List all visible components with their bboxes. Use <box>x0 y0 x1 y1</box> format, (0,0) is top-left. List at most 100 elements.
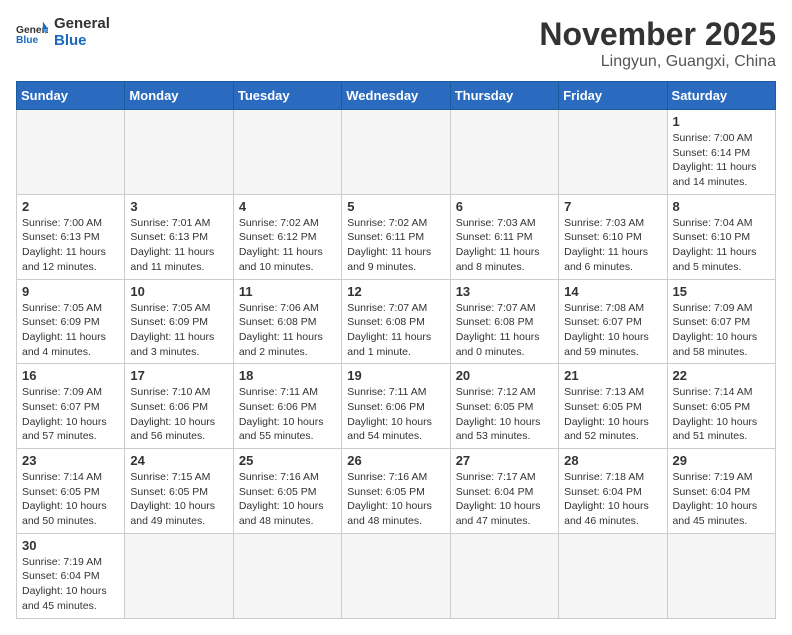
day-number: 8 <box>673 199 770 214</box>
calendar-table: SundayMondayTuesdayWednesdayThursdayFrid… <box>16 81 776 619</box>
calendar-cell: 21Sunrise: 7:13 AM Sunset: 6:05 PM Dayli… <box>559 364 667 449</box>
day-number: 19 <box>347 368 444 383</box>
calendar-cell: 14 Sunrise: 7:08 AM Sunset: 6:07 PM Dayli… <box>559 279 667 364</box>
day-number: 15 <box>673 284 770 299</box>
calendar-cell: 9Sunrise: 7:05 AM Sunset: 6:09 PM Daylig… <box>17 279 125 364</box>
calendar-cell: 11 Sunrise: 7:06 AM Sunset: 6:08 PM Dayli… <box>233 279 341 364</box>
calendar-week-row: 9 Sunrise: 7:05 AM Sunset: 6:09 PM Daylig… <box>17 279 776 364</box>
day-number: 17 <box>130 368 227 383</box>
day-info: Sunrise: 7:12 AM Sunset: 6:05 PM Dayligh… <box>456 385 553 444</box>
calendar-cell: 27Sunrise: 7:17 AM Sunset: 6:04 PM Dayli… <box>450 449 558 534</box>
calendar-cell: 16 Sunrise: 7:09 AM Sunset: 6:07 PM Dayli… <box>17 364 125 449</box>
weekday-header: Saturday <box>667 82 775 110</box>
day-info: Sunrise: 7:16 AM Sunset: 6:05 PM Dayligh… <box>239 470 336 529</box>
day-number: 22 <box>673 368 770 383</box>
day-number: 7 <box>564 199 661 214</box>
day-info: Sunrise: 7:03 AM Sunset: 6:11 PM Dayligh… <box>456 216 553 275</box>
day-number: 28 <box>564 453 661 468</box>
day-number: 1 <box>673 114 770 129</box>
calendar-cell: 4 Sunrise: 7:02 AM Sunset: 6:12 PM Daylig… <box>233 194 341 279</box>
logo-icon: General Blue <box>16 19 48 47</box>
calendar-cell: 7 Sunrise: 7:03 AM Sunset: 6:10 PM Daylig… <box>559 194 667 279</box>
day-number: 30 <box>22 538 119 553</box>
day-info: Sunrise: 7:18 AM Sunset: 6:04 PM Dayligh… <box>564 470 661 529</box>
day-number: 14 <box>564 284 661 299</box>
calendar-cell: 29 Sunrise: 7:19 AM Sunset: 6:04 PM Dayli… <box>667 449 775 534</box>
calendar-week-row: 16 Sunrise: 7:09 AM Sunset: 6:07 PM Dayli… <box>17 364 776 449</box>
day-info: Sunrise: 7:00 AM Sunset: 6:14 PM Dayligh… <box>673 131 770 190</box>
day-info: Sunrise: 7:17 AM Sunset: 6:04 PM Dayligh… <box>456 470 553 529</box>
day-number: 12 <box>347 284 444 299</box>
day-number: 25 <box>239 453 336 468</box>
location: Lingyun, Guangxi, China <box>539 53 776 71</box>
calendar-cell: 10 Sunrise: 7:05 AM Sunset: 6:09 PM Dayli… <box>125 279 233 364</box>
day-number: 21 <box>564 368 661 383</box>
day-number: 9 <box>22 284 119 299</box>
day-number: 20 <box>456 368 553 383</box>
day-number: 24 <box>130 453 227 468</box>
calendar-cell <box>667 533 775 618</box>
calendar-cell: 19 Sunrise: 7:11 AM Sunset: 6:06 PM Dayli… <box>342 364 450 449</box>
calendar-cell: 26 Sunrise: 7:16 AM Sunset: 6:05 PM Dayli… <box>342 449 450 534</box>
weekday-header-row: SundayMondayTuesdayWednesdayThursdayFrid… <box>17 82 776 110</box>
day-info: Sunrise: 7:01 AM Sunset: 6:13 PM Dayligh… <box>130 216 227 275</box>
day-number: 29 <box>673 453 770 468</box>
calendar-cell: 5Sunrise: 7:02 AM Sunset: 6:11 PM Daylig… <box>342 194 450 279</box>
calendar-cell <box>125 533 233 618</box>
calendar-week-row: 1 Sunrise: 7:00 AM Sunset: 6:14 PM Daylig… <box>17 110 776 195</box>
calendar-week-row: 30 Sunrise: 7:19 AM Sunset: 6:04 PM Dayli… <box>17 533 776 618</box>
calendar-cell <box>450 110 558 195</box>
day-number: 18 <box>239 368 336 383</box>
day-number: 11 <box>239 284 336 299</box>
calendar-cell <box>125 110 233 195</box>
calendar-cell: 25 Sunrise: 7:16 AM Sunset: 6:05 PM Dayli… <box>233 449 341 534</box>
day-info: Sunrise: 7:09 AM Sunset: 6:07 PM Dayligh… <box>673 301 770 360</box>
day-number: 6 <box>456 199 553 214</box>
calendar-cell: 1 Sunrise: 7:00 AM Sunset: 6:14 PM Daylig… <box>667 110 775 195</box>
day-number: 3 <box>130 199 227 214</box>
day-info: Sunrise: 7:15 AM Sunset: 6:05 PM Dayligh… <box>130 470 227 529</box>
day-info: Sunrise: 7:11 AM Sunset: 6:06 PM Dayligh… <box>239 385 336 444</box>
day-info: Sunrise: 7:00 AM Sunset: 6:13 PM Dayligh… <box>22 216 119 275</box>
day-info: Sunrise: 7:09 AM Sunset: 6:07 PM Dayligh… <box>22 385 119 444</box>
day-info: Sunrise: 7:16 AM Sunset: 6:05 PM Dayligh… <box>347 470 444 529</box>
page-header: General Blue General Blue November 2025 … <box>16 16 776 71</box>
title-block: November 2025 Lingyun, Guangxi, China <box>539 16 776 71</box>
calendar-cell: 18 Sunrise: 7:11 AM Sunset: 6:06 PM Dayli… <box>233 364 341 449</box>
logo-blue-text: Blue <box>54 33 110 50</box>
day-number: 5 <box>347 199 444 214</box>
day-info: Sunrise: 7:05 AM Sunset: 6:09 PM Dayligh… <box>130 301 227 360</box>
weekday-header: Wednesday <box>342 82 450 110</box>
day-number: 4 <box>239 199 336 214</box>
day-info: Sunrise: 7:19 AM Sunset: 6:04 PM Dayligh… <box>673 470 770 529</box>
logo: General Blue General Blue <box>16 16 110 49</box>
svg-text:Blue: Blue <box>16 35 38 46</box>
calendar-cell <box>233 533 341 618</box>
weekday-header: Friday <box>559 82 667 110</box>
calendar-cell: 6 Sunrise: 7:03 AM Sunset: 6:11 PM Daylig… <box>450 194 558 279</box>
day-number: 10 <box>130 284 227 299</box>
calendar-cell: 20 Sunrise: 7:12 AM Sunset: 6:05 PM Dayli… <box>450 364 558 449</box>
calendar-cell: 30 Sunrise: 7:19 AM Sunset: 6:04 PM Dayli… <box>17 533 125 618</box>
day-info: Sunrise: 7:04 AM Sunset: 6:10 PM Dayligh… <box>673 216 770 275</box>
day-info: Sunrise: 7:03 AM Sunset: 6:10 PM Dayligh… <box>564 216 661 275</box>
calendar-cell <box>559 110 667 195</box>
day-info: Sunrise: 7:11 AM Sunset: 6:06 PM Dayligh… <box>347 385 444 444</box>
calendar-cell <box>342 110 450 195</box>
day-info: Sunrise: 7:02 AM Sunset: 6:12 PM Dayligh… <box>239 216 336 275</box>
calendar-cell: 24 Sunrise: 7:15 AM Sunset: 6:05 PM Dayli… <box>125 449 233 534</box>
calendar-cell: 12 Sunrise: 7:07 AM Sunset: 6:08 PM Dayli… <box>342 279 450 364</box>
calendar-cell <box>233 110 341 195</box>
day-info: Sunrise: 7:06 AM Sunset: 6:08 PM Dayligh… <box>239 301 336 360</box>
day-number: 26 <box>347 453 444 468</box>
calendar-cell: 23Sunrise: 7:14 AM Sunset: 6:05 PM Dayli… <box>17 449 125 534</box>
day-info: Sunrise: 7:19 AM Sunset: 6:04 PM Dayligh… <box>22 555 119 614</box>
day-number: 16 <box>22 368 119 383</box>
calendar-cell: 8 Sunrise: 7:04 AM Sunset: 6:10 PM Daylig… <box>667 194 775 279</box>
day-info: Sunrise: 7:07 AM Sunset: 6:08 PM Dayligh… <box>347 301 444 360</box>
logo-general-text: General <box>54 16 110 33</box>
day-info: Sunrise: 7:08 AM Sunset: 6:07 PM Dayligh… <box>564 301 661 360</box>
calendar-cell: 2Sunrise: 7:00 AM Sunset: 6:13 PM Daylig… <box>17 194 125 279</box>
calendar-cell <box>342 533 450 618</box>
calendar-cell: 15 Sunrise: 7:09 AM Sunset: 6:07 PM Dayli… <box>667 279 775 364</box>
